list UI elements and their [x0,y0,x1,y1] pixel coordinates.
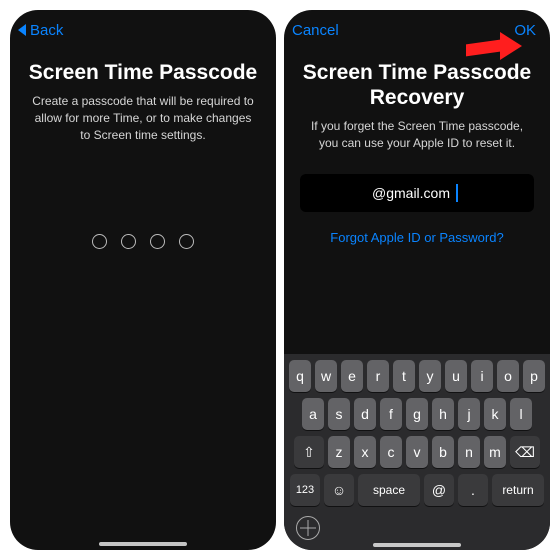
passcode-recovery-screen: Cancel OK Screen Time Passcode Recovery … [284,10,550,550]
key-j[interactable]: j [458,398,480,430]
key-r[interactable]: r [367,360,389,392]
passcode-dots[interactable] [10,234,276,249]
key-return[interactable]: return [492,474,544,506]
key-emoji[interactable]: ☺ [324,474,354,506]
key-e[interactable]: e [341,360,363,392]
key-backspace[interactable]: ⌫ [510,436,540,468]
key-x[interactable]: x [354,436,376,468]
key-l[interactable]: l [510,398,532,430]
key-f[interactable]: f [380,398,402,430]
key-m[interactable]: m [484,436,506,468]
home-indicator[interactable] [373,543,461,547]
key-t[interactable]: t [393,360,415,392]
key-k[interactable]: k [484,398,506,430]
key-v[interactable]: v [406,436,428,468]
key-q[interactable]: q [289,360,311,392]
passcode-dot [179,234,194,249]
passcode-dot [92,234,107,249]
key-h[interactable]: h [432,398,454,430]
key-w[interactable]: w [315,360,337,392]
passcode-dot [121,234,136,249]
page-title: Screen Time Passcode [26,60,260,85]
key-s[interactable]: s [328,398,350,430]
key-i[interactable]: i [471,360,493,392]
key-p[interactable]: p [523,360,545,392]
key-c[interactable]: c [380,436,402,468]
key-b[interactable]: b [432,436,454,468]
apple-id-email-field[interactable]: @gmail.com [300,174,534,212]
cancel-label: Cancel [292,22,339,39]
page-subtitle: If you forget the Screen Time passcode, … [306,118,528,152]
key-u[interactable]: u [445,360,467,392]
globe-icon[interactable] [296,516,320,540]
key-n[interactable]: n [458,436,480,468]
ok-button[interactable]: OK [476,22,536,39]
forgot-apple-id-link[interactable]: Forgot Apple ID or Password? [284,230,550,245]
cancel-button[interactable]: Cancel [292,22,352,39]
key-z[interactable]: z [328,436,350,468]
page-subtitle: Create a passcode that will be required … [32,93,254,143]
keyboard: qwertyuiop asdfghjkl ⇧zxcvbnm⌫ 123 ☺ spa… [284,354,550,550]
text-cursor [456,184,458,202]
redacted-text [312,186,366,200]
key-shift[interactable]: ⇧ [294,436,324,468]
screen-time-passcode-screen: Back Screen Time Passcode Create a passc… [10,10,276,550]
key-a[interactable]: a [302,398,324,430]
key-numbers[interactable]: 123 [290,474,320,506]
chevron-left-icon [18,24,26,36]
key-dot[interactable]: . [458,474,488,506]
passcode-dot [150,234,165,249]
back-label: Back [30,22,63,39]
page-title: Screen Time Passcode Recovery [300,60,534,110]
key-d[interactable]: d [354,398,376,430]
ok-label: OK [514,22,536,39]
key-o[interactable]: o [497,360,519,392]
back-button[interactable]: Back [18,22,78,39]
nav-bar: Back [10,10,276,50]
home-indicator[interactable] [99,542,187,546]
key-at[interactable]: @ [424,474,454,506]
key-g[interactable]: g [406,398,428,430]
email-visible-part: @gmail.com [372,185,450,201]
key-space[interactable]: space [358,474,420,506]
nav-bar: Cancel OK [284,10,550,50]
key-y[interactable]: y [419,360,441,392]
